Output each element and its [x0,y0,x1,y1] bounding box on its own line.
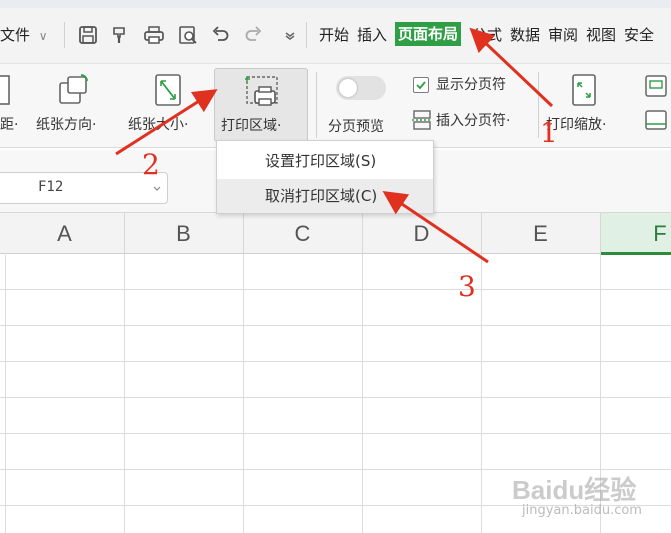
show-page-breaks-label: 显示分页符 [436,77,506,93]
grid-line [5,255,6,533]
cell-reference: F12 [38,179,64,195]
print-area-dropdown: 设置打印区域(S) 取消打印区域(C) [216,140,434,214]
column-header-d[interactable]: D [362,221,481,247]
tab-view[interactable]: 视图 [586,24,616,46]
file-menu[interactable]: 文件 ∨ [0,24,48,47]
column-header-row: A B C D E F [0,212,671,255]
grid-line [0,397,671,398]
column-header-f[interactable]: F [600,221,671,247]
grid-line [124,255,125,533]
step-label-2: 2 [142,148,160,181]
insert-page-break-button[interactable]: 插入分页符· [436,112,510,130]
step-label-3: 3 [458,270,476,303]
column-header-e[interactable]: E [481,221,600,247]
save-icon[interactable] [76,23,100,47]
grid-line [481,255,482,533]
grid-line [0,433,671,434]
watermark-logo: Baidu经验 [512,475,637,505]
print-icon[interactable] [142,23,166,47]
paper-size-button[interactable]: 纸张大小· [128,116,188,134]
customize-toolbar-icon[interactable] [278,23,302,47]
column-header-c[interactable]: C [243,221,362,247]
divider [306,22,307,48]
show-page-breaks-checkbox[interactable] [413,77,429,93]
insert-page-break-icon[interactable] [412,110,432,130]
print-preview-icon[interactable] [176,23,200,47]
menu-bar: 文件 ∨ 开始 插入 页面布局 公式 数据 审阅 视图 安全 [0,0,671,64]
print-area-button[interactable]: 打印区域· [214,68,308,142]
paper-size-icon[interactable] [150,72,186,108]
set-print-area-item[interactable]: 设置打印区域(S) [217,144,433,178]
divider [538,72,539,138]
tab-data[interactable]: 数据 [510,24,540,46]
watermark-url: jingyan.baidu.com [522,503,642,518]
file-menu-label: 文件 [0,26,31,44]
column-header-a[interactable]: A [5,221,124,247]
tab-page-layout[interactable]: 页面布局 [395,22,462,46]
ribbon-toolbar: 距· 纸张方向· 纸张大小· 打印区域· 分页预览 显示分页符 插入分页符· 打… [0,64,671,148]
page-orientation-icon[interactable] [56,72,92,108]
column-header-b[interactable]: B [124,221,243,247]
format-painter-icon[interactable] [108,23,132,47]
step-label-1: 1 [540,116,558,149]
grid-line [362,255,363,533]
grid-line [0,361,671,362]
page-setup-icon[interactable] [644,108,668,132]
divider [64,22,65,48]
chevron-down-icon: ∨ [38,29,48,43]
tab-formulas[interactable]: 公式 [472,24,502,46]
grid-line [243,255,244,533]
tab-security[interactable]: 安全 [624,24,654,46]
window-top-strip [0,0,671,8]
print-area-icon [243,73,281,111]
page-break-preview-toggle[interactable] [336,76,386,100]
grid-line [0,289,671,290]
clear-print-area-item[interactable]: 取消打印区域(C) [217,179,433,213]
checkmark-icon [416,81,426,90]
tab-insert[interactable]: 插入 [357,24,387,46]
margins-icon[interactable] [0,72,16,108]
tab-review[interactable]: 审阅 [548,24,578,46]
margins-button[interactable]: 距· [0,116,18,134]
redo-icon[interactable] [242,23,266,47]
tab-home[interactable]: 开始 [319,24,349,46]
grid-line [0,325,671,326]
page-orientation-button[interactable]: 纸张方向· [36,116,96,134]
divider [316,72,317,138]
print-area-label: 打印区域· [221,118,282,134]
page-break-preview-label: 分页预览 [328,119,384,135]
chevron-down-icon [153,186,161,191]
print-scale-icon[interactable] [566,72,602,108]
toggle-knob [339,79,357,97]
undo-icon[interactable] [208,23,232,47]
print-titles-icon[interactable] [644,74,668,98]
